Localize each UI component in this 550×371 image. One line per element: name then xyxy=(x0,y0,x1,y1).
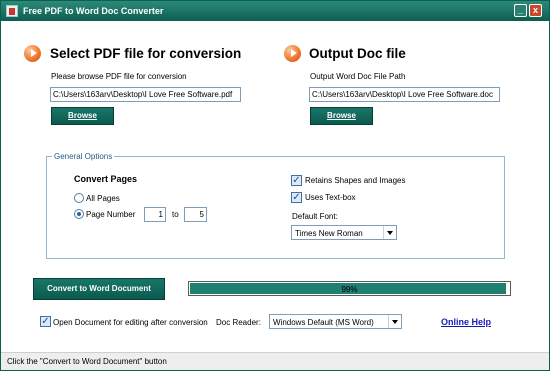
general-options-group xyxy=(46,156,505,259)
pdf-path-field[interactable]: C:\Users\163arv\Desktop\I Love Free Soft… xyxy=(50,87,241,102)
app-icon xyxy=(6,5,18,17)
default-font-select[interactable]: Times New Roman xyxy=(291,225,397,240)
doc-reader-label: Doc Reader: xyxy=(216,318,261,327)
convert-pages-heading: Convert Pages xyxy=(74,174,138,184)
default-font-label: Default Font: xyxy=(292,212,338,221)
retain-shapes-label: Retains Shapes and Images xyxy=(305,176,406,185)
browse-doc-button-label: Browse xyxy=(327,111,356,120)
browse-pdf-button[interactable]: Browse xyxy=(51,107,114,125)
status-text: Click the "Convert to Word Document" but… xyxy=(7,357,167,366)
doc-path-field[interactable]: C:\Users\163arv\Desktop\I Love Free Soft… xyxy=(309,87,500,102)
online-help-link[interactable]: Online Help xyxy=(441,317,491,327)
doc-reader-select[interactable]: Windows Default (MS Word) xyxy=(269,314,402,329)
app-window: Free PDF to Word Doc Converter _ x Selec… xyxy=(0,0,550,371)
uses-textbox-checkbox[interactable]: ✓ xyxy=(291,192,302,203)
arrow-bullet-icon xyxy=(284,45,301,62)
doc-reader-value: Windows Default (MS Word) xyxy=(273,318,374,327)
open-after-conversion-label: Open Document for editing after conversi… xyxy=(53,318,208,327)
page-number-label: Page Number xyxy=(86,210,136,219)
output-doc-heading: Output Doc file xyxy=(309,46,406,61)
default-font-value: Times New Roman xyxy=(295,229,363,238)
chevron-down-icon xyxy=(383,226,396,239)
progress-text: 99% xyxy=(341,285,358,294)
to-label: to xyxy=(172,210,179,219)
browse-doc-button[interactable]: Browse xyxy=(310,107,373,125)
uses-textbox-label: Uses Text-box xyxy=(305,193,356,202)
title-bar: Free PDF to Word Doc Converter _ x xyxy=(1,1,549,21)
chevron-down-icon xyxy=(388,315,401,328)
browse-pdf-button-label: Browse xyxy=(68,111,97,120)
convert-button[interactable]: Convert to Word Document xyxy=(33,278,165,300)
select-pdf-heading: Select PDF file for conversion xyxy=(50,46,242,61)
select-pdf-description: Please browse PDF file for conversion xyxy=(51,72,187,81)
to-page-field[interactable]: 5 xyxy=(184,207,207,222)
all-pages-radio[interactable] xyxy=(74,193,84,203)
output-doc-description: Output Word Doc File Path xyxy=(310,72,406,81)
open-after-conversion-checkbox[interactable]: ✓ xyxy=(40,316,51,327)
close-button[interactable]: x xyxy=(529,4,542,17)
retain-shapes-checkbox[interactable]: ✓ xyxy=(291,175,302,186)
minimize-button[interactable]: _ xyxy=(514,4,527,17)
window-title: Free PDF to Word Doc Converter xyxy=(23,6,164,16)
all-pages-label: All Pages xyxy=(86,194,120,203)
page-number-radio[interactable] xyxy=(74,209,84,219)
from-page-field[interactable]: 1 xyxy=(144,207,166,222)
status-bar: Click the "Convert to Word Document" but… xyxy=(1,352,549,370)
general-options-legend: General Options xyxy=(52,152,115,161)
conversion-progress-bar: 99% xyxy=(188,281,511,296)
arrow-bullet-icon xyxy=(24,45,41,62)
